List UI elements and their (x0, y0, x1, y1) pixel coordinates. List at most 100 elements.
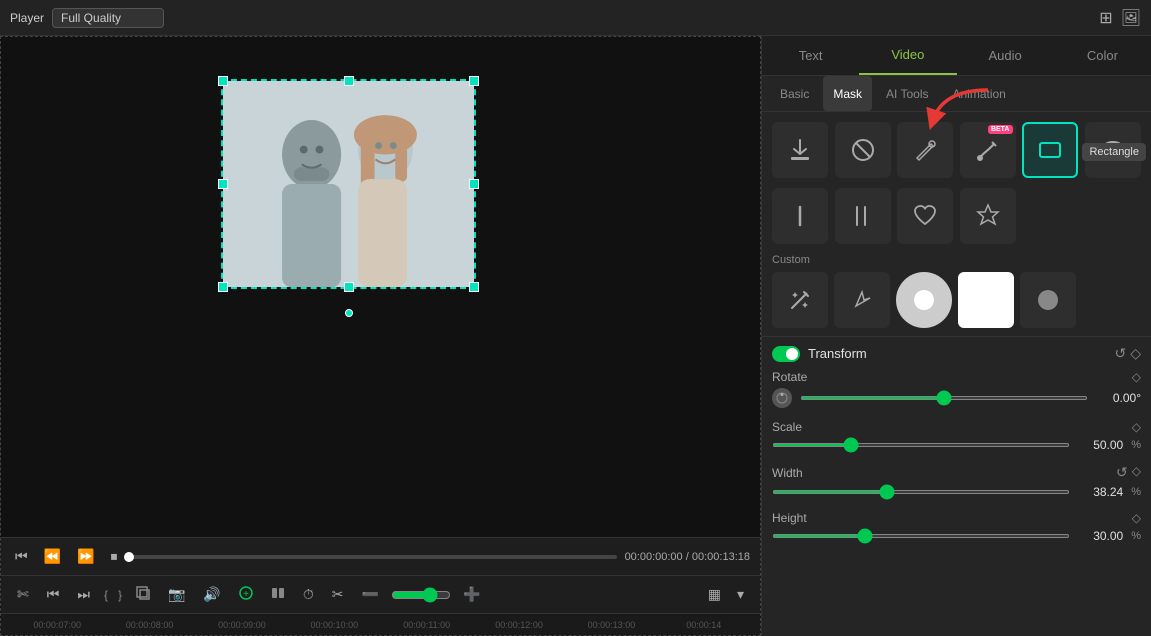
speed-button[interactable]: ⏱ (297, 583, 320, 606)
current-time: 00:00:00:00 (625, 551, 683, 563)
timeline-controls: ⏮ ⏪ ⏩ ⏹ 00:00:00:00 / 00:00:13:18 (1, 537, 760, 575)
ruler-mark-5: 00:00:12:00 (473, 620, 565, 630)
subtab-ai-tools[interactable]: AI Tools (876, 76, 938, 111)
split-tool-button[interactable]: ✄ (11, 583, 35, 606)
prev-frame-button[interactable]: ⏮ (41, 583, 66, 606)
resize-handle-ml[interactable] (218, 179, 228, 189)
transform-section: Transform ↺ ◇ Rotate ◇ (762, 336, 1151, 563)
ruler-mark-7: 00:00:14 (658, 620, 750, 630)
image-icon[interactable]: 🖼 (1121, 8, 1141, 28)
width-slider[interactable] (772, 490, 1070, 494)
player-label: Player (10, 11, 44, 25)
right-panel: Text Video Audio Color Basic Mask AI Too… (761, 36, 1151, 636)
tab-video[interactable]: Video (859, 36, 956, 75)
tab-color[interactable]: Color (1054, 36, 1151, 75)
mask-line2-item[interactable] (835, 188, 891, 244)
scale-label: Scale ◇ (772, 420, 1141, 434)
overlay-button[interactable] (130, 583, 156, 606)
track-list-button[interactable]: ▦ (702, 583, 727, 606)
subtab-mask[interactable]: Mask (823, 76, 872, 111)
play-forward-button[interactable]: ⏩ (73, 546, 98, 567)
height-keyframe-icon[interactable]: ◇ (1132, 511, 1141, 525)
custom-white-square[interactable] (958, 272, 1014, 328)
chevron-down-button[interactable]: ▾ (731, 583, 750, 606)
grid-view-icon[interactable]: ⊞ (1099, 8, 1112, 28)
scale-keyframe-icon[interactable]: ◇ (1132, 420, 1141, 434)
tab-audio[interactable]: Audio (957, 36, 1054, 75)
svg-text:+: + (243, 589, 249, 600)
scale-slider-row: 50.00 % (772, 438, 1141, 452)
tab-text[interactable]: Text (762, 36, 859, 75)
rotate-slider[interactable] (800, 396, 1088, 400)
custom-section: Custom (762, 250, 1151, 336)
height-slider[interactable] (772, 534, 1070, 538)
custom-wand-icon[interactable] (772, 272, 828, 328)
skip-back-button[interactable]: ⏮ (11, 546, 32, 567)
mask-heart-item[interactable] (897, 188, 953, 244)
height-unit: % (1131, 530, 1141, 542)
ruler-mark-3: 00:00:10:00 (288, 620, 380, 630)
transform-toggle[interactable] (772, 346, 800, 362)
rotate-row: Rotate ◇ 0.00° (772, 370, 1141, 408)
total-time: 00:00:13:18 (692, 551, 750, 563)
rotate-value: 0.00° (1096, 391, 1141, 405)
mask-star-item[interactable] (960, 188, 1016, 244)
height-slider-row: 30.00 % (772, 529, 1141, 543)
transform-header: Transform ↺ ◇ (772, 345, 1141, 362)
height-row: Height ◇ 30.00 % (772, 511, 1141, 543)
custom-label: Custom (772, 254, 1141, 266)
scale-slider[interactable] (772, 443, 1070, 447)
volume-slider[interactable] (391, 587, 451, 603)
resize-handle-mr[interactable] (469, 179, 479, 189)
mask-pen-item[interactable] (897, 122, 953, 178)
width-unit: % (1131, 486, 1141, 498)
video-clip[interactable] (221, 79, 476, 289)
main-content: ⏮ ⏪ ⏩ ⏹ 00:00:00:00 / 00:00:13:18 ✄ ⏮ ⏭ … (0, 36, 1151, 636)
plus-button[interactable]: ➕ (457, 583, 486, 606)
mask-rectangle-item[interactable] (1022, 122, 1078, 178)
transform-reset-button[interactable]: ↺ (1114, 345, 1126, 362)
custom-icons (772, 272, 1141, 328)
resize-handle-bl[interactable] (218, 282, 228, 292)
mask-grid: BETA (762, 112, 1151, 188)
mask-download-item[interactable] (772, 122, 828, 178)
resize-handle-tr[interactable] (469, 76, 479, 86)
transition-button[interactable] (265, 583, 291, 606)
width-keyframe-icon[interactable]: ◇ (1132, 464, 1141, 481)
mask-brush-item[interactable]: BETA (960, 122, 1016, 178)
subtab-basic[interactable]: Basic (770, 76, 819, 111)
subtab-animation[interactable]: Animation (942, 76, 1015, 111)
clip-button[interactable]: ✂ (326, 583, 350, 606)
sub-tabs: Basic Mask AI Tools Animation (762, 76, 1151, 112)
add-media-button[interactable]: + (233, 583, 259, 606)
progress-dot[interactable] (124, 552, 134, 562)
scale-row: Scale ◇ 50.00 % (772, 420, 1141, 452)
snapshot-button[interactable]: 📷 (162, 583, 191, 606)
resize-handle-tl[interactable] (218, 76, 228, 86)
mask-circle-item[interactable] (835, 122, 891, 178)
quality-select[interactable]: Full Quality Half Quality Quarter Qualit… (52, 8, 164, 28)
rotate-knob[interactable] (772, 388, 792, 408)
transform-keyframe-button[interactable]: ◇ (1130, 345, 1141, 362)
custom-white-circle[interactable] (896, 272, 952, 328)
custom-dark-circle[interactable] (1020, 272, 1076, 328)
audio-button[interactable]: 🔊 (197, 583, 226, 606)
rotate-keyframe-icon[interactable]: ◇ (1132, 370, 1141, 384)
minus-button[interactable]: ➖ (356, 583, 385, 606)
mask-oval-item[interactable] (1085, 122, 1141, 178)
next-frame-button[interactable]: ⏭ (71, 583, 96, 606)
mask-line1-item[interactable] (772, 188, 828, 244)
resize-handle-tc[interactable] (344, 76, 354, 86)
resize-handle-br[interactable] (469, 282, 479, 292)
resize-handle-bc[interactable] (344, 282, 354, 292)
play-backward-button[interactable]: ⏪ (40, 546, 65, 567)
progress-bar[interactable] (129, 555, 616, 559)
canvas-area[interactable] (1, 37, 760, 537)
width-reset-button[interactable]: ↺ (1116, 464, 1128, 481)
stop-button[interactable]: ⏹ (106, 546, 121, 567)
width-row: Width ↺ ◇ 38.24 % (772, 464, 1141, 499)
custom-arrow-icon[interactable] (834, 272, 890, 328)
resize-handle-center[interactable] (345, 309, 353, 317)
beta-badge: BETA (988, 125, 1013, 134)
timeline-ruler: 00:00:07:00 00:00:08:00 00:00:09:00 00:0… (1, 613, 760, 635)
